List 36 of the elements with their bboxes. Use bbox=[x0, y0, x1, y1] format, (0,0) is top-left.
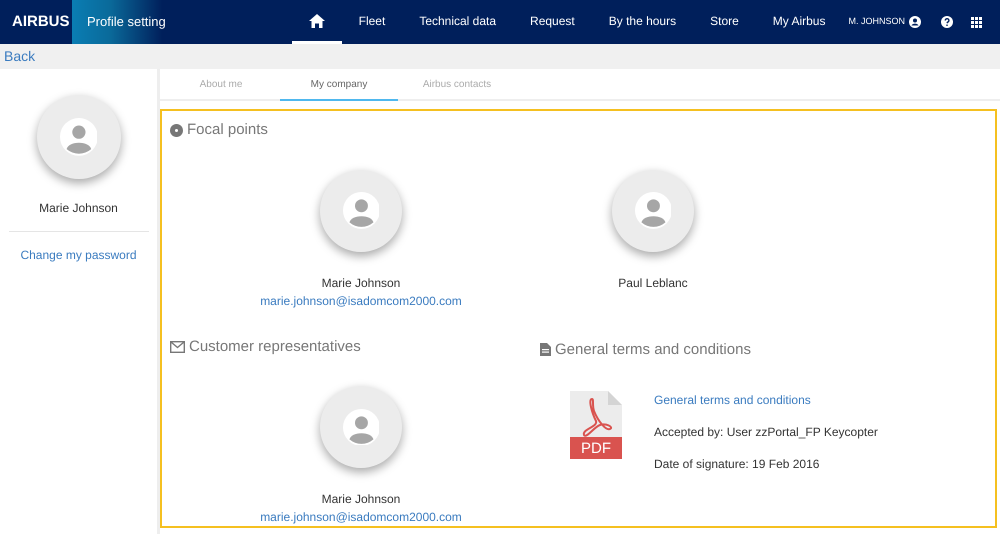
nav-link[interactable]: By the hours bbox=[592, 0, 694, 44]
signature-date: Date of signature: 19 Feb 2016 bbox=[654, 456, 820, 473]
section-title: General terms and conditions bbox=[555, 340, 751, 360]
user-icon bbox=[60, 118, 98, 156]
document-icon bbox=[540, 343, 551, 356]
nav-link[interactable]: Fleet bbox=[342, 0, 402, 44]
email-link[interactable]: marie.johnson@isadomcom2000.com bbox=[260, 292, 462, 310]
email-link[interactable]: marie.johnson@isadomcom2000.com bbox=[260, 508, 462, 526]
radio-icon bbox=[170, 124, 183, 137]
user-icon bbox=[342, 192, 380, 229]
user-icon bbox=[634, 192, 672, 229]
back-link[interactable]: Back bbox=[4, 46, 36, 68]
contact-name: Marie Johnson bbox=[322, 274, 400, 292]
help-icon[interactable] bbox=[941, 16, 953, 28]
home-icon bbox=[308, 14, 325, 28]
nav-link[interactable]: Technical data bbox=[402, 0, 514, 44]
change-password-link[interactable]: Change my password bbox=[20, 246, 137, 264]
file-type-label: PDF bbox=[580, 439, 612, 459]
accepted-by: Accepted by: User zzPortal_FP Keycopter bbox=[654, 424, 878, 441]
profile-name: Marie Johnson bbox=[39, 200, 118, 217]
section-title: Customer representatives bbox=[189, 336, 361, 356]
contact-name: Marie Johnson bbox=[322, 491, 400, 508]
envelope-icon bbox=[170, 340, 185, 353]
user-icon bbox=[342, 408, 380, 446]
user-icon bbox=[909, 16, 921, 28]
contact-name: Paul Leblanc bbox=[618, 274, 688, 292]
user-menu[interactable]: M. JOHNSON bbox=[842, 15, 927, 29]
logo: AIRBUS bbox=[11, 12, 71, 32]
terms-link[interactable]: General terms and conditions bbox=[654, 391, 878, 409]
pdf-file-icon bbox=[570, 391, 622, 459]
nav-link[interactable]: My Airbus bbox=[756, 0, 842, 44]
nav-link[interactable]: Store bbox=[693, 0, 756, 44]
nav-link[interactable]: Request bbox=[513, 0, 592, 44]
apps-icon[interactable] bbox=[971, 16, 982, 28]
section-title: Focal points bbox=[187, 120, 268, 140]
tab[interactable]: My company bbox=[280, 69, 398, 101]
